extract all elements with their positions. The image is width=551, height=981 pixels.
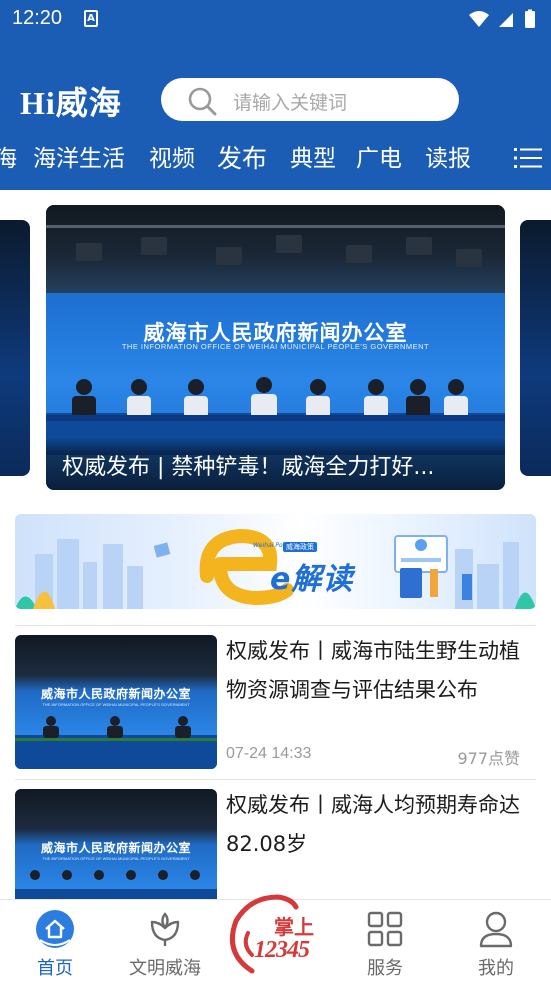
battery-icon [525,11,535,28]
search-placeholder: 请输入关键词 [233,92,348,114]
news-title: 权威发布丨威海市陆生野生动植物资源调查与评估结果公布 [226,639,520,702]
hotline-top-text: 掌上 [274,917,314,939]
header: 12:20 A Hi威海 请输入关键词 海 海洋生活 视频 发布 典型 广电 读… [0,0,551,190]
hotline-number: 12345 [254,937,310,963]
tab-channel-3[interactable]: 发布 [217,142,267,176]
nav-label-mine: 我的 [478,958,514,979]
signal-icon [499,13,513,27]
nav-civilization[interactable]: 文明威海 [110,900,220,981]
nav-home[interactable]: 首页 [0,900,110,981]
user-icon [479,911,513,948]
news-time: 07-24 14:33 [226,745,312,762]
menu-icon[interactable] [514,146,542,170]
banner-tag: 威海政策 [283,542,317,552]
policy-banner[interactable]: Weihai Policy 威海政策 e解读 [15,514,536,609]
flower-icon [150,912,180,946]
backdrop-subtitle: THE INFORMATION OFFICE OF WEIHAI MUNICIP… [121,342,430,351]
banner-title: e解读 [270,562,354,597]
news-title: 权威发布丨威海人均预期寿命达82.08岁 [226,793,520,856]
tab-channel-1[interactable]: 海洋生活 [33,142,125,176]
nav-service[interactable]: 服务 [330,900,440,981]
wifi-icon [469,11,489,27]
nav-label-home: 首页 [37,958,73,979]
app-screen: 12:20 A Hi威海 请输入关键词 海 海洋生活 视频 发布 典型 广电 读… [0,0,551,981]
search-input[interactable]: 请输入关键词 [161,78,459,121]
tab-channel-5[interactable]: 广电 [356,142,402,176]
news-likes: 977点赞 [457,749,520,768]
divider [15,625,536,626]
divider [15,779,536,780]
hotline-12345-button[interactable]: 掌上 12345 [222,893,332,981]
tab-channel-0[interactable]: 海 [0,142,17,176]
home-icon [36,910,74,948]
studio-lights [46,225,505,267]
thumb-title: 威海市人民政府新闻办公室 [40,687,191,701]
channel-tabs: 海 海洋生活 视频 发布 典型 广电 读报 [0,142,551,178]
carousel-prev-slide[interactable] [0,220,30,476]
notification-icon: A [84,10,98,27]
grid-icon [367,911,403,947]
status-bar: 12:20 A [0,0,551,38]
nav-mine[interactable]: 我的 [441,900,551,981]
nav-label-civilization: 文明威海 [129,958,201,979]
carousel-slide[interactable]: 威海市人民政府新闻办公室 THE INFORMATION OFFICE OF W… [46,205,505,490]
carousel-caption: 权威发布 | 禁种铲毒！威海全力打好... [62,455,435,480]
thumb-subtitle: THE INFORMATION OFFICE OF WEIHAI MUNICIP… [42,702,190,707]
thumb-subtitle: THE INFORMATION OFFICE OF WEIHAI MUNICIP… [42,856,190,861]
nav-label-service: 服务 [367,958,403,979]
thumb-people [15,716,217,769]
news-thumbnail: 威海市人民政府新闻办公室 THE INFORMATION OFFICE OF W… [15,635,217,769]
tab-channel-4[interactable]: 典型 [290,142,336,176]
status-icons [469,9,535,28]
status-time: 12:20 [12,7,63,29]
tab-channel-2[interactable]: 视频 [149,142,195,176]
search-icon [188,87,217,116]
thumb-title: 威海市人民政府新闻办公室 [40,841,191,855]
tab-channel-6[interactable]: 读报 [425,142,471,176]
app-logo: Hi威海 [20,85,122,121]
carousel-next-slide[interactable] [520,220,551,476]
